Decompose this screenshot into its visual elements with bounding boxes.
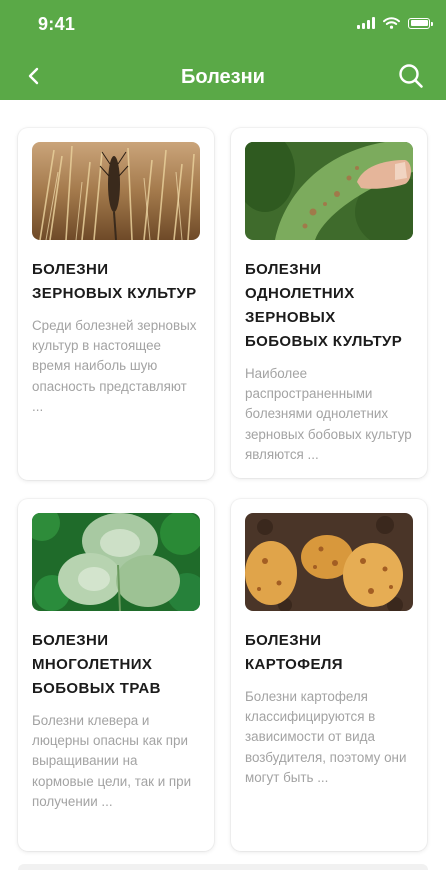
card-title: Болезни зерновых культур <box>32 261 197 302</box>
wifi-icon <box>383 17 400 29</box>
search-icon <box>399 64 423 88</box>
signal-icon <box>357 17 375 29</box>
card-potato-diseases[interactable]: Болезни картофеля Болезни картофеля клас… <box>231 499 427 851</box>
card-annual-legume-diseases[interactable]: Болезни однолетних зерновых бобовых куль… <box>231 128 427 478</box>
card-image-pea-leaf <box>245 142 413 240</box>
card-image-wheat <box>32 142 200 240</box>
card-description: Болезни клевера и люцерны опасны как при… <box>32 713 192 809</box>
battery-icon <box>408 17 433 29</box>
card-description: Наиболее распространенными болезнями одн… <box>245 366 412 462</box>
card-image-clover <box>32 513 200 611</box>
card-image-potatoes <box>245 513 413 611</box>
card-perennial-legume-diseases[interactable]: Болезни многолетних бобовых трав Болезни… <box>18 499 214 851</box>
next-row-card-edge <box>18 864 428 870</box>
page-title: Болезни <box>181 66 265 88</box>
app-header: 9:41 Болезни <box>0 0 446 100</box>
card-title: Болезни картофеля <box>245 632 343 673</box>
search-button[interactable] <box>396 61 426 91</box>
card-description: Среди болезней зерновых культур в настоя… <box>32 318 197 414</box>
card-cereal-diseases[interactable]: Болезни зерновых культур Среди болезней … <box>18 128 214 480</box>
status-icons <box>357 17 433 29</box>
card-title: Болезни многолетних бобовых трав <box>32 632 161 697</box>
status-time: 9:41 <box>38 14 76 34</box>
card-title: Болезни однолетних зерновых бобовых куль… <box>245 261 403 350</box>
card-description: Болезни картофеля классифицируются в зав… <box>245 689 407 785</box>
